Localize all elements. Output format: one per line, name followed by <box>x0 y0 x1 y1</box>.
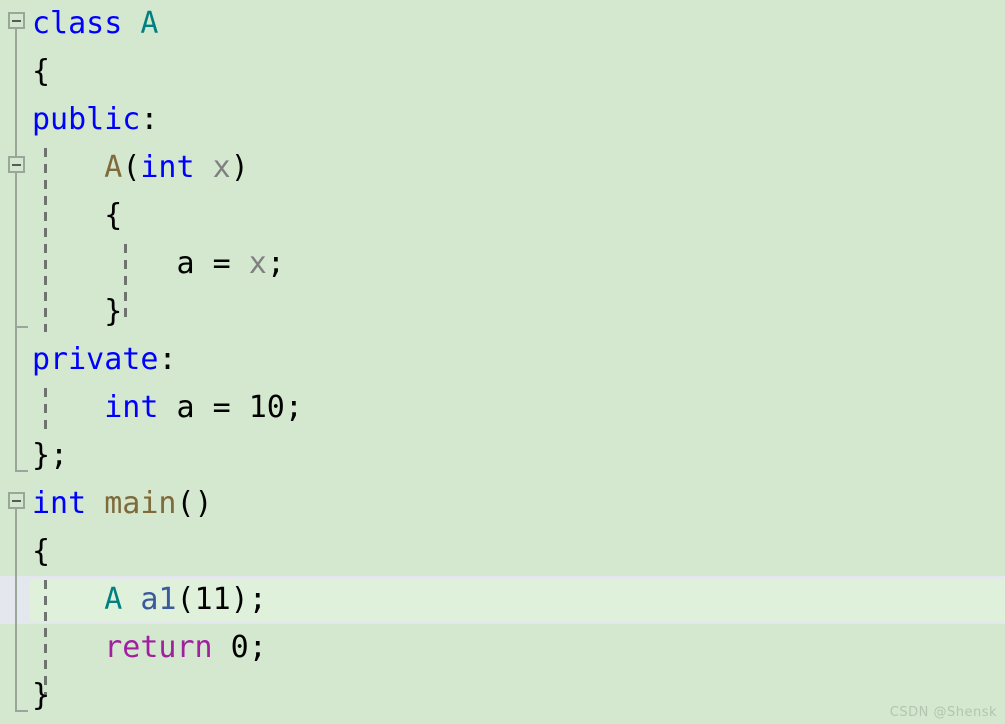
code-line-text: a = x; <box>0 240 285 288</box>
code-line-text: A a1(11); <box>0 576 267 624</box>
code-token-plain: }; <box>32 438 69 473</box>
code-line[interactable]: } <box>0 288 1005 336</box>
code-token-keyword: public <box>32 102 141 137</box>
code-token-parameter: x <box>212 150 231 185</box>
code-token-plain: a = <box>32 246 249 281</box>
code-token-function: A <box>104 150 123 185</box>
code-token-plain: () <box>176 486 213 521</box>
code-token-function: main <box>104 486 177 521</box>
code-line[interactable]: int a = 10; <box>0 384 1005 432</box>
code-line[interactable]: a = x; <box>0 240 1005 288</box>
code-line-text: } <box>0 288 122 336</box>
code-line-text: { <box>0 192 122 240</box>
code-line[interactable]: int main() <box>0 480 1005 528</box>
code-token-plain: a = 10; <box>158 390 303 425</box>
code-token-plain: ; <box>266 246 285 281</box>
code-line-text: { <box>0 528 50 576</box>
watermark-label: CSDN @Shensk <box>889 705 997 720</box>
code-token-plain: { <box>32 54 51 89</box>
code-token-plain: : <box>158 342 177 377</box>
code-line-text: { <box>0 48 50 96</box>
code-token-return_keyword: return <box>104 630 213 665</box>
code-line[interactable]: private: <box>0 336 1005 384</box>
code-token-plain: } <box>32 678 51 713</box>
code-token-keyword: int <box>104 390 159 425</box>
code-token-plain: { <box>32 198 123 233</box>
code-line-text: private: <box>0 336 177 384</box>
code-editor[interactable]: class A{public: A(int x) { a = x; } priva… <box>0 0 1005 724</box>
code-token-keyword: class <box>32 6 123 41</box>
code-line[interactable]: { <box>0 192 1005 240</box>
code-token-type: A <box>140 6 159 41</box>
code-token-type: A <box>104 582 123 617</box>
code-token-plain: (11); <box>176 582 267 617</box>
code-token-plain: } <box>32 294 123 329</box>
code-line[interactable]: A(int x) <box>0 144 1005 192</box>
code-token-plain: 0; <box>212 630 267 665</box>
code-line[interactable]: public: <box>0 96 1005 144</box>
fold-constructor-a-collapse-icon[interactable] <box>8 156 25 173</box>
code-line[interactable]: class A <box>0 0 1005 48</box>
code-line-text: public: <box>0 96 158 144</box>
fold-main-collapse-icon[interactable] <box>8 492 25 509</box>
code-token-plain: { <box>32 534 51 569</box>
code-token-plain: ) <box>230 150 249 185</box>
code-text-area[interactable]: class A{public: A(int x) { a = x; } priva… <box>0 0 1005 724</box>
code-line-text: } <box>0 672 50 720</box>
code-token-keyword: int <box>140 150 195 185</box>
code-line[interactable]: }; <box>0 432 1005 480</box>
code-line-text: int main() <box>0 480 213 528</box>
code-line[interactable]: { <box>0 528 1005 576</box>
code-token-keyword: int <box>32 486 87 521</box>
code-line[interactable]: return 0; <box>0 624 1005 672</box>
code-line-text: return 0; <box>0 624 267 672</box>
code-line-text: }; <box>0 432 68 480</box>
code-token-plain: ( <box>122 150 141 185</box>
code-token-object: a1 <box>140 582 177 617</box>
code-token-plain: : <box>140 102 159 137</box>
code-line-text: A(int x) <box>0 144 249 192</box>
code-token-parameter: x <box>248 246 267 281</box>
code-line-current[interactable]: A a1(11); <box>0 576 1005 624</box>
fold-class-a-collapse-icon[interactable] <box>8 12 25 29</box>
code-line-text: int a = 10; <box>0 384 303 432</box>
code-line[interactable]: } <box>0 672 1005 720</box>
code-token-keyword: private <box>32 342 159 377</box>
code-line[interactable]: { <box>0 48 1005 96</box>
